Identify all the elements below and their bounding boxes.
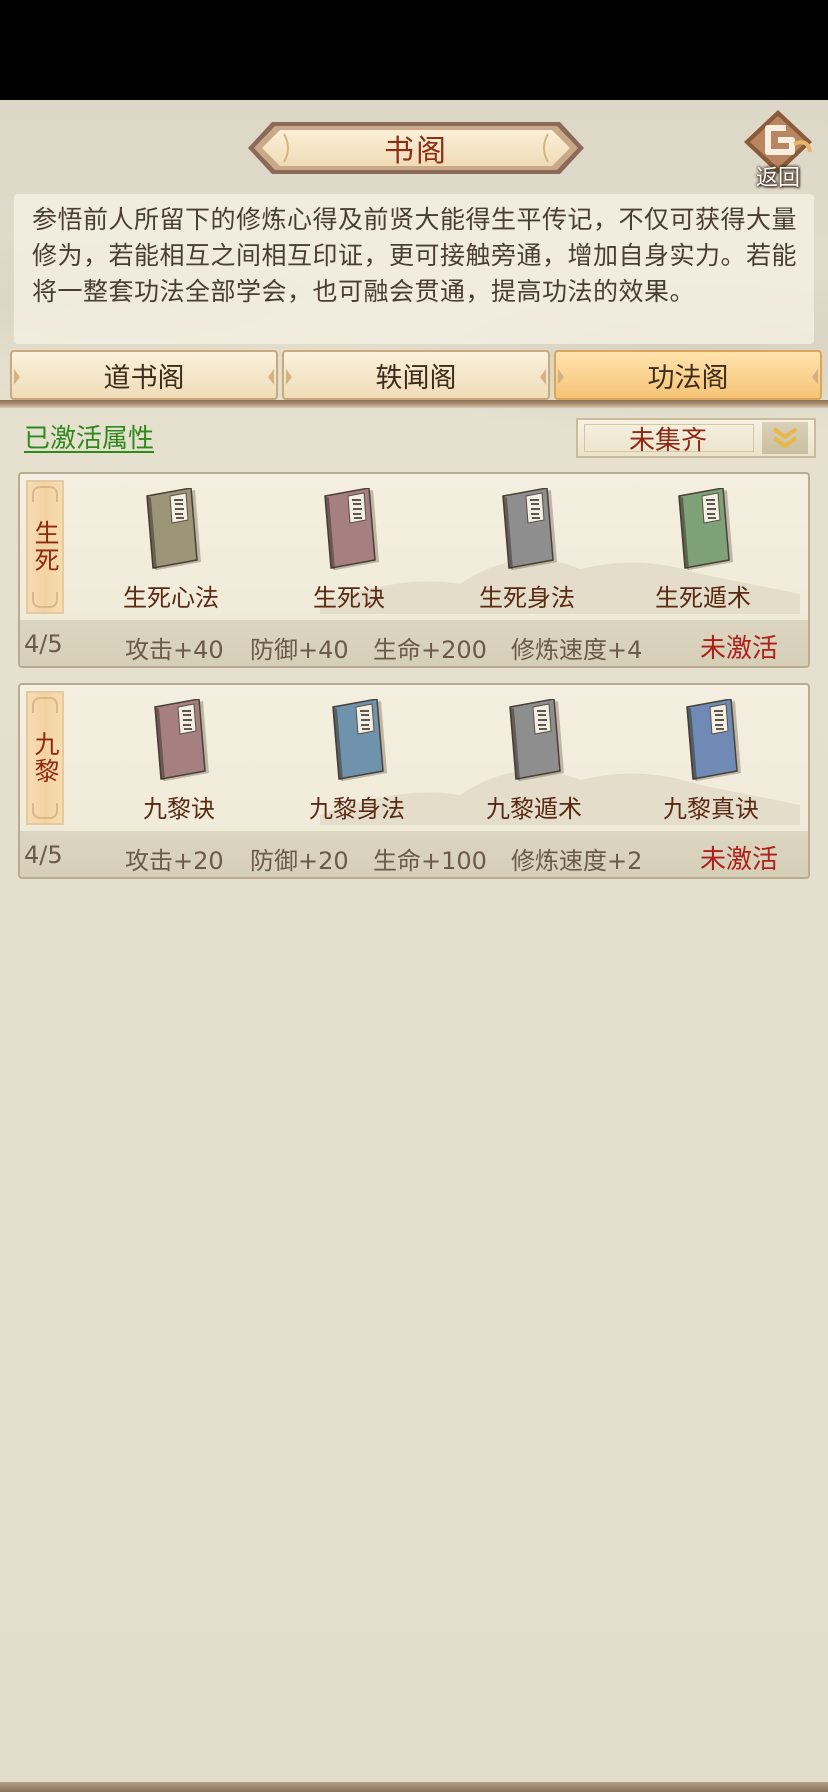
book-name: 生死心法 bbox=[123, 584, 219, 612]
double-chevron-down-icon bbox=[772, 427, 798, 448]
skill-book[interactable]: 生死心法 bbox=[96, 488, 246, 612]
set-status-badge: 未激活 bbox=[700, 845, 779, 875]
collection-filter-dropdown[interactable]: 未集齐 bbox=[576, 418, 816, 458]
book-name: 九黎真诀 bbox=[663, 795, 759, 823]
set-name: 生死 bbox=[31, 520, 60, 574]
set-bonus-stat: 防御+40 bbox=[250, 636, 349, 664]
set-bonus-stat: 修炼速度+4 bbox=[511, 636, 643, 664]
set-bonus-row: 4/5 攻击+20 防御+20 生命+100 修炼速度+2 未激活 bbox=[20, 831, 808, 877]
tab-gongfage[interactable]: 功法阁 bbox=[554, 350, 822, 400]
set-bonus-stat: 攻击+40 bbox=[125, 636, 224, 664]
set-bonus-stat: 生命+200 bbox=[373, 636, 487, 664]
book-icon bbox=[146, 488, 201, 570]
set-status-badge: 未激活 bbox=[700, 634, 779, 664]
tab-label: 道书阁 bbox=[103, 362, 185, 394]
skill-set-card: 九黎九黎诀 九黎身法 九黎遁术 九黎真诀 4/5 攻击+20 防御+20 生命+100 修炼速度… bbox=[18, 683, 810, 879]
skill-book[interactable]: 生死诀 bbox=[274, 488, 424, 612]
book-name: 生死身法 bbox=[479, 584, 575, 612]
tab-daoshuge[interactable]: 道书阁 bbox=[10, 350, 278, 400]
book-name: 生死遁术 bbox=[655, 584, 751, 612]
book-icon bbox=[324, 488, 379, 570]
set-progress: 4/5 bbox=[24, 841, 63, 869]
set-bonus-stat: 攻击+20 bbox=[125, 847, 224, 875]
set-name-plate: 生死 bbox=[26, 480, 64, 614]
book-icon bbox=[332, 699, 387, 781]
skill-book[interactable]: 生死身法 bbox=[452, 488, 602, 612]
set-bonus-row: 4/5 攻击+40 防御+40 生命+200 修炼速度+4 未激活 bbox=[20, 620, 808, 666]
activated-attributes-link[interactable]: 已激活属性 bbox=[24, 418, 154, 455]
skill-book[interactable]: 九黎真诀 bbox=[636, 699, 786, 823]
book-name: 九黎诀 bbox=[143, 795, 215, 823]
skill-book[interactable]: 九黎遁术 bbox=[459, 699, 609, 823]
set-bonus-stat: 防御+20 bbox=[250, 847, 349, 875]
skill-set-card: 生死生死心法 生死诀 生死身法 生死遁术 4/5 攻击+40 防御+40 生命+200 修炼速度… bbox=[18, 472, 810, 668]
book-icon bbox=[509, 699, 564, 781]
book-icon bbox=[686, 699, 741, 781]
tab-label: 轶闻阁 bbox=[375, 362, 457, 394]
tab-divider bbox=[0, 400, 828, 408]
page-title: 书阁 bbox=[384, 134, 448, 169]
description-text: 参悟前人所留下的修炼心得及前贤大能得生平传记，不仅可获得大量修为，若能相互之间相… bbox=[14, 194, 814, 344]
set-name-plate: 九黎 bbox=[26, 691, 64, 825]
skill-book[interactable]: 九黎诀 bbox=[104, 699, 254, 823]
set-name: 九黎 bbox=[31, 731, 60, 785]
back-button[interactable]: 返回 bbox=[738, 108, 818, 192]
filter-expand-button[interactable] bbox=[762, 422, 808, 454]
book-icon bbox=[678, 488, 733, 570]
skill-book[interactable]: 生死遁术 bbox=[628, 488, 778, 612]
book-icon bbox=[154, 699, 209, 781]
set-progress: 4/5 bbox=[24, 630, 63, 658]
tab-yiwenge[interactable]: 轶闻阁 bbox=[282, 350, 550, 400]
tab-label: 功法阁 bbox=[647, 362, 729, 394]
book-name: 九黎身法 bbox=[309, 795, 405, 823]
skill-book[interactable]: 九黎身法 bbox=[282, 699, 432, 823]
book-icon bbox=[502, 488, 557, 570]
set-bonus-stat: 生命+100 bbox=[373, 847, 487, 875]
bottom-divider bbox=[0, 1782, 828, 1792]
title-plaque: 书阁 bbox=[248, 120, 584, 176]
filter-selected-value: 未集齐 bbox=[628, 425, 707, 456]
tab-bar: 道书阁 轶闻阁 功法阁 bbox=[10, 350, 822, 402]
set-bonus-stat: 修炼速度+2 bbox=[511, 847, 643, 875]
book-name: 生死诀 bbox=[313, 584, 385, 612]
status-bar bbox=[0, 0, 828, 100]
book-name: 九黎遁术 bbox=[486, 795, 582, 823]
back-label: 返回 bbox=[755, 166, 800, 191]
